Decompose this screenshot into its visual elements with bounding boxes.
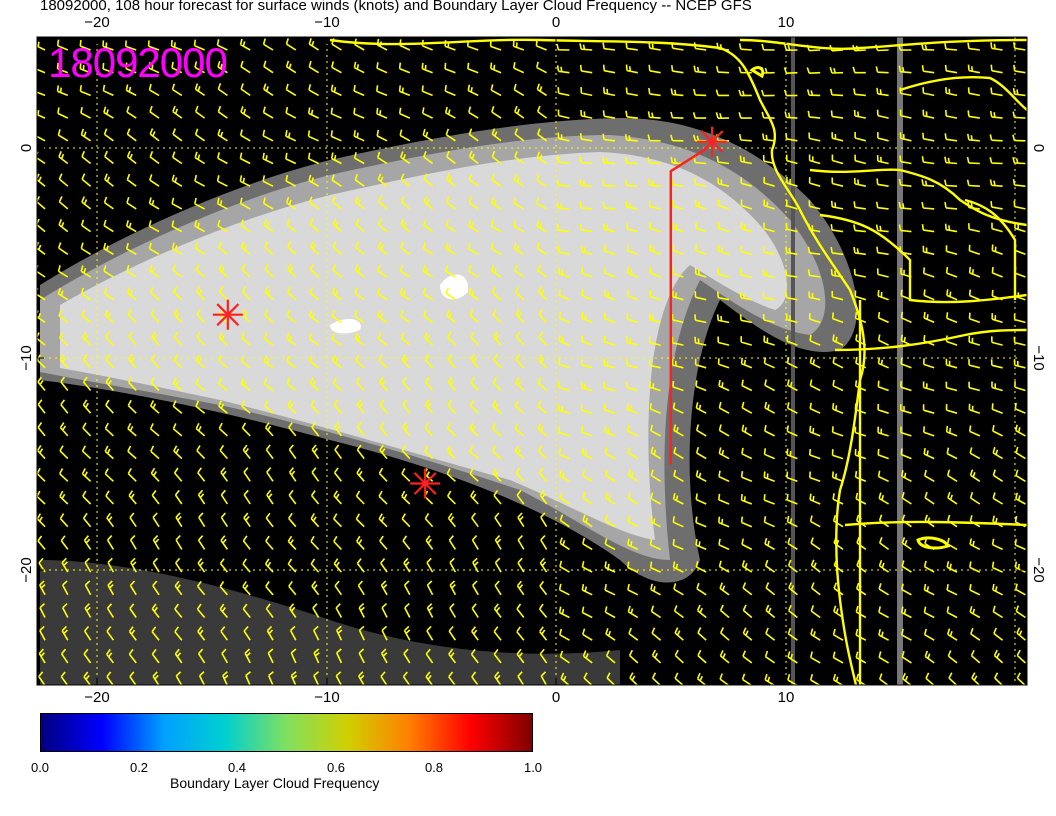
y-tick-left-1: 0 [18, 144, 35, 152]
colorbar [40, 713, 533, 752]
map-plot: −20 −10 0 10 −20 −10 0 10 0 −10 −20 0 −1… [18, 14, 1047, 706]
x-tick-bottom-2: −10 [314, 689, 339, 706]
y-tick-right-3: −20 [1030, 557, 1047, 582]
y-tick-left-2: −10 [18, 345, 35, 370]
y-tick-right-1: 0 [1030, 144, 1047, 152]
colorbar-tick-2: 0.4 [227, 760, 247, 775]
marker-west [212, 299, 243, 330]
x-tick-top-1: −20 [84, 14, 109, 31]
colorbar-tick-1: 0.2 [129, 760, 149, 775]
colorbar-tick-5: 1.0 [523, 760, 543, 775]
colorbar-tick-4: 0.8 [424, 760, 444, 775]
x-tick-top-4: 10 [778, 14, 795, 31]
y-tick-right-2: −10 [1030, 345, 1047, 370]
colorbar-tick-3: 0.6 [326, 760, 346, 775]
x-tick-top-3: 0 [552, 14, 560, 31]
colorbar-title: Boundary Layer Cloud Frequency [170, 775, 380, 791]
date-stamp: 18092000 [48, 39, 228, 86]
x-tick-bottom-3: 0 [552, 689, 560, 706]
x-tick-bottom-1: −20 [84, 689, 109, 706]
marker-south [410, 468, 441, 499]
y-tick-left-3: −20 [18, 557, 35, 582]
x-tick-bottom-4: 10 [778, 689, 795, 706]
colorbar-tick-0: 0.0 [30, 760, 50, 775]
marker-northeast [697, 126, 728, 157]
x-tick-top-2: −10 [314, 14, 339, 31]
